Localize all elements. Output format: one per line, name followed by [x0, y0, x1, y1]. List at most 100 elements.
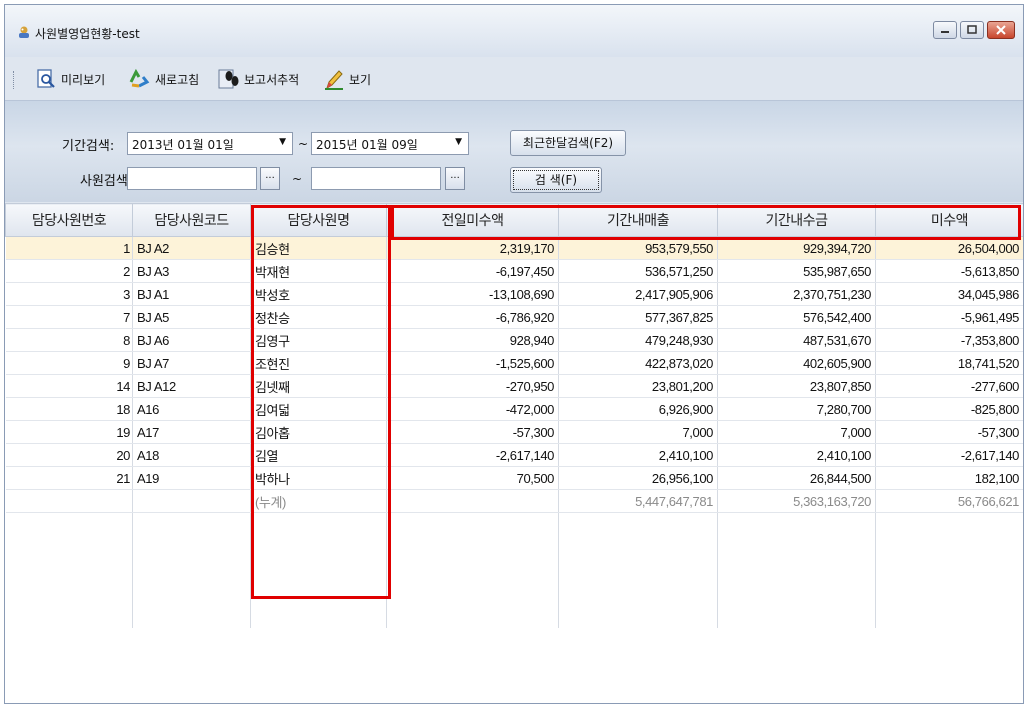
table-cell[interactable]: 14 [5, 374, 133, 398]
table-cell[interactable]: BJ A6 [132, 328, 251, 352]
table-cell[interactable]: 김넷째 [250, 374, 387, 398]
table-cell[interactable]: -2,617,140 [386, 443, 559, 467]
table-cell[interactable]: -5,613,850 [875, 259, 1023, 283]
period-to-select[interactable]: 2015년 01월 09일 ▼ [311, 132, 469, 155]
table-cell[interactable]: 박성호 [250, 282, 387, 306]
preview-button[interactable]: 미리보기 [35, 67, 105, 91]
table-cell[interactable]: -1,525,600 [386, 351, 559, 375]
table-cell[interactable]: A17 [132, 420, 251, 444]
table-cell[interactable]: 577,367,825 [558, 305, 718, 329]
table-cell[interactable]: 928,940 [386, 328, 559, 352]
table-cell[interactable]: 2,319,170 [386, 236, 559, 260]
table-cell[interactable]: -472,000 [386, 397, 559, 421]
table-cell[interactable]: BJ A1 [132, 282, 251, 306]
toolbar-grip[interactable] [13, 71, 17, 89]
table-row[interactable]: 19 A17 김아홉 -57,300 7,000 7,000 -57,300 [5, 420, 1023, 444]
table-cell[interactable]: 402,605,900 [717, 351, 876, 375]
table-cell[interactable]: 23,807,850 [717, 374, 876, 398]
table-cell[interactable]: BJ A12 [132, 374, 251, 398]
table-cell[interactable]: 7,280,700 [717, 397, 876, 421]
table-cell[interactable]: 6,926,900 [558, 397, 718, 421]
table-cell[interactable]: 21 [5, 466, 133, 490]
table-cell[interactable]: 7 [5, 305, 133, 329]
header-cell[interactable]: 기간내매출 [558, 203, 718, 237]
table-cell[interactable]: -2,617,140 [875, 443, 1023, 467]
header-cell[interactable]: 담당사원번호 [5, 203, 133, 237]
header-cell[interactable]: 담당사원코드 [132, 203, 251, 237]
table-cell[interactable]: -57,300 [875, 420, 1023, 444]
table-cell[interactable]: -277,600 [875, 374, 1023, 398]
table-cell[interactable]: 26,956,100 [558, 466, 718, 490]
table-cell[interactable]: 34,045,986 [875, 282, 1023, 306]
table-cell[interactable]: 김열 [250, 443, 387, 467]
table-cell[interactable]: 2,410,100 [558, 443, 718, 467]
table-cell[interactable]: 조현진 [250, 351, 387, 375]
table-cell[interactable]: 2,417,905,906 [558, 282, 718, 306]
table-cell[interactable]: 26,844,500 [717, 466, 876, 490]
minimize-button[interactable] [933, 21, 957, 39]
table-row[interactable]: 20 A18 김열 -2,617,140 2,410,100 2,410,100 -2,61… [5, 443, 1023, 467]
table-cell[interactable]: 정찬승 [250, 305, 387, 329]
table-cell[interactable]: -13,108,690 [386, 282, 559, 306]
table-row[interactable]: 9 BJ A7 조현진 -1,525,600 422,873,020 402,605,90… [5, 351, 1023, 375]
period-from-select[interactable]: 2013년 01월 01일 ▼ [127, 132, 293, 155]
employee-to-lookup-button[interactable]: ... [445, 167, 465, 190]
search-button[interactable]: 검 색(F) [510, 167, 602, 193]
table-cell[interactable]: 8 [5, 328, 133, 352]
table-cell[interactable]: 1 [5, 236, 133, 260]
table-cell[interactable]: 953,579,550 [558, 236, 718, 260]
table-cell[interactable]: A19 [132, 466, 251, 490]
table-cell[interactable]: 182,100 [875, 466, 1023, 490]
table-cell[interactable]: 536,571,250 [558, 259, 718, 283]
table-cell[interactable]: 479,248,930 [558, 328, 718, 352]
table-cell[interactable]: 김아홉 [250, 420, 387, 444]
table-row[interactable]: 14 BJ A12 김넷째 -270,950 23,801,200 23,807,850-… [5, 374, 1023, 398]
table-row[interactable]: 8 BJ A6 김영구 928,940 479,248,930 487,531,670 -7… [5, 328, 1023, 352]
close-button[interactable] [987, 21, 1015, 39]
table-cell[interactable]: BJ A2 [132, 236, 251, 260]
table-cell[interactable]: BJ A7 [132, 351, 251, 375]
maximize-button[interactable] [960, 21, 984, 39]
report-trace-button[interactable]: 보고서추적 [218, 67, 299, 91]
table-cell[interactable]: 김여덟 [250, 397, 387, 421]
table-cell[interactable]: A16 [132, 397, 251, 421]
header-cell[interactable]: 기간내수금 [717, 203, 876, 237]
table-cell[interactable]: A18 [132, 443, 251, 467]
table-cell[interactable]: 18 [5, 397, 133, 421]
table-cell[interactable]: BJ A3 [132, 259, 251, 283]
table-cell[interactable]: 20 [5, 443, 133, 467]
table-row[interactable]: 2 BJ A3 박재현 -6,197,450 536,571,250 535,987,65… [5, 259, 1023, 283]
table-row[interactable]: 3 BJ A1 박성호 -13,108,690 2,417,905,906 2,370,7… [5, 282, 1023, 306]
table-cell[interactable]: 김영구 [250, 328, 387, 352]
table-cell[interactable]: 70,500 [386, 466, 559, 490]
employee-from-input[interactable] [127, 167, 257, 190]
table-cell[interactable]: 2,410,100 [717, 443, 876, 467]
table-cell[interactable]: BJ A5 [132, 305, 251, 329]
table-cell[interactable]: 7,000 [558, 420, 718, 444]
table-cell[interactable]: -6,786,920 [386, 305, 559, 329]
table-cell[interactable]: 9 [5, 351, 133, 375]
table-cell[interactable]: 7,000 [717, 420, 876, 444]
table-row[interactable]: 18 A16 김여덟 -472,000 6,926,900 7,280,700 -825,… [5, 397, 1023, 421]
table-cell[interactable]: 535,987,650 [717, 259, 876, 283]
employee-to-input[interactable] [311, 167, 441, 190]
table-row[interactable]: 7 BJ A5 정찬승 -6,786,920 577,367,825 576,542,40… [5, 305, 1023, 329]
table-cell[interactable]: 3 [5, 282, 133, 306]
view-button[interactable]: 보기 [323, 67, 371, 91]
table-cell[interactable]: -270,950 [386, 374, 559, 398]
table-cell[interactable]: 2 [5, 259, 133, 283]
table-cell[interactable]: 2,370,751,230 [717, 282, 876, 306]
header-cell[interactable]: 미수액 [875, 203, 1023, 237]
table-cell[interactable]: 422,873,020 [558, 351, 718, 375]
table-cell[interactable]: 19 [5, 420, 133, 444]
table-cell[interactable]: 23,801,200 [558, 374, 718, 398]
table-row[interactable]: 1 BJ A2 김승현 2,319,170 953,579,550 929,394,720… [5, 236, 1023, 260]
table-cell[interactable]: 929,394,720 [717, 236, 876, 260]
table-cell[interactable]: -5,961,495 [875, 305, 1023, 329]
table-cell[interactable]: 26,504,000 [875, 236, 1023, 260]
header-cell[interactable]: 전일미수액 [386, 203, 559, 237]
employee-from-lookup-button[interactable]: ... [260, 167, 280, 190]
table-cell[interactable]: 박재현 [250, 259, 387, 283]
table-cell[interactable]: 박하나 [250, 466, 387, 490]
table-cell[interactable]: 18,741,520 [875, 351, 1023, 375]
